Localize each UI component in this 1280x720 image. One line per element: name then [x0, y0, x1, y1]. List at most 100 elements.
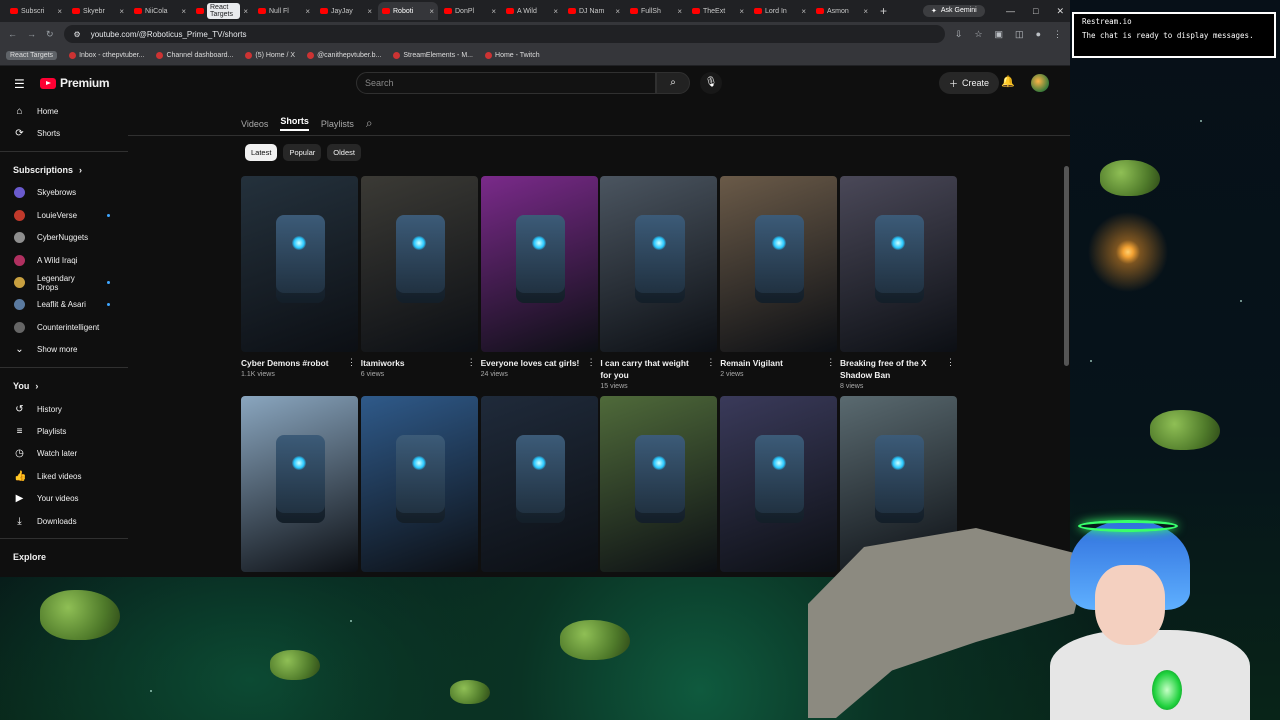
ask-gemini-button[interactable]: ✦ Ask Gemini [923, 5, 985, 17]
sidebar-item-watch-later[interactable]: ◷ Watch later [0, 443, 128, 465]
browser-tab[interactable]: JayJay × [316, 2, 376, 20]
youtube-logo[interactable]: Premium [40, 76, 110, 90]
browser-tab[interactable]: React Targets × [192, 2, 252, 20]
sidebar-item-a-wild-iraqi[interactable]: A Wild Iraqi [0, 249, 128, 271]
bookmark-item[interactable]: Channel dashboard... [156, 52, 233, 59]
short-title[interactable]: Everyone loves cat girls! [481, 357, 581, 369]
short-thumbnail[interactable] [480, 176, 598, 352]
close-tab-icon[interactable]: × [119, 7, 124, 16]
short-thumbnail[interactable] [360, 396, 478, 572]
short-card[interactable]: Remain Vigilant 2 views ⋮ [720, 176, 838, 390]
browser-tab[interactable]: FullSh × [626, 2, 686, 20]
close-tab-icon[interactable]: × [305, 7, 310, 16]
hamburger-menu-icon[interactable]: ☰ [14, 77, 26, 91]
close-tab-icon[interactable]: × [57, 7, 62, 16]
more-options-icon[interactable]: ⋮ [706, 357, 717, 390]
voice-search-button[interactable]: 🎙 [700, 72, 722, 94]
maximize-icon[interactable]: □ [1033, 6, 1038, 17]
close-tab-icon[interactable]: × [429, 7, 434, 16]
sidebar-item-shorts[interactable]: ⟳ Shorts [0, 122, 128, 144]
sidebar-item-your-videos[interactable]: ▶ Your videos [0, 487, 128, 509]
create-button[interactable]: ＋ Create [939, 72, 1000, 94]
page-scrollbar[interactable] [1064, 166, 1069, 366]
short-thumbnail[interactable] [839, 176, 957, 352]
more-options-icon[interactable]: ⋮ [347, 357, 358, 378]
menu-icon[interactable]: ⋮ [1053, 29, 1062, 40]
browser-tab[interactable]: Asmon × [812, 2, 872, 20]
sidebar-item-louieverse[interactable]: LouieVerse [0, 204, 128, 226]
channel-search-icon[interactable]: ⌕ [366, 116, 373, 131]
short-title[interactable]: Breaking free of the X Shadow Ban [840, 357, 940, 381]
close-window-icon[interactable]: ✕ [1056, 6, 1064, 17]
short-card[interactable]: Everyone loves cat girls! 24 views ⋮ [480, 176, 598, 390]
sidebar-item-legendary-drops[interactable]: Legendary Drops [0, 271, 128, 293]
forward-icon[interactable]: → [27, 29, 36, 39]
site-info-icon[interactable]: ⚙ [74, 30, 81, 39]
short-thumbnail[interactable] [720, 176, 838, 352]
browser-tab[interactable]: A Wild × [502, 2, 562, 20]
tab-shorts[interactable]: Shorts [280, 116, 309, 131]
short-thumbnail[interactable] [241, 396, 358, 572]
short-thumbnail[interactable] [241, 176, 358, 352]
sidebar-item-skyebrows[interactable]: Skyebrows [0, 182, 128, 204]
you-heading[interactable]: You › [0, 374, 128, 398]
browser-tab[interactable]: TheExt × [688, 2, 748, 20]
browser-tab[interactable]: Lord In × [750, 2, 810, 20]
sidebar-item-downloads[interactable]: ⤓ Downloads [0, 510, 128, 532]
search-button[interactable]: ⌕ [656, 72, 690, 94]
short-thumbnail[interactable] [360, 176, 478, 352]
short-thumbnail[interactable] [720, 396, 838, 572]
short-title[interactable]: Itamiworks [361, 357, 461, 369]
short-thumbnail[interactable] [480, 396, 598, 572]
more-options-icon[interactable]: ⋮ [826, 357, 837, 378]
more-options-icon[interactable]: ⋮ [587, 357, 598, 378]
bookmark-item[interactable]: @canithepvtuber.b... [307, 52, 381, 59]
bookmark-star-icon[interactable]: ☆ [974, 29, 982, 40]
browser-tab[interactable]: DJ Nam × [564, 2, 624, 20]
close-tab-icon[interactable]: × [367, 7, 372, 16]
minimize-icon[interactable]: — [1006, 6, 1015, 17]
sidepanel-icon[interactable]: ◫ [1015, 29, 1024, 40]
bookmark-item[interactable]: Inbox - cthepvtuber... [69, 52, 144, 59]
browser-tab[interactable]: Skyebr × [68, 2, 128, 20]
bookmark-item[interactable]: StreamElements - M... [393, 52, 473, 59]
account-avatar[interactable] [1031, 74, 1049, 92]
bookmark-item[interactable]: Home - Twitch [485, 52, 540, 59]
reload-icon[interactable]: ↻ [46, 29, 54, 40]
sidebar-item-playlists[interactable]: ≡ Playlists [0, 420, 128, 442]
short-card[interactable] [241, 396, 358, 572]
close-tab-icon[interactable]: × [615, 7, 620, 16]
close-tab-icon[interactable]: × [181, 7, 186, 16]
sidebar-item-history[interactable]: ↺ History [0, 398, 128, 420]
short-title[interactable]: Cyber Demons #robot [241, 357, 341, 369]
close-tab-icon[interactable]: × [491, 7, 496, 16]
short-thumbnail[interactable] [600, 396, 718, 572]
browser-tab[interactable]: NiiCola × [130, 2, 190, 20]
short-card[interactable]: Itamiworks 6 views ⋮ [360, 176, 478, 390]
sidebar-item-counterintelligent[interactable]: Counterintelligent [0, 316, 128, 338]
chip-oldest[interactable]: Oldest [327, 144, 361, 161]
short-card[interactable] [360, 396, 478, 572]
url-field[interactable]: ⚙ youtube.com/@Roboticus_Prime_TV/shorts [63, 25, 945, 43]
short-title[interactable]: I can carry that weight for you [600, 357, 700, 381]
show-more-button[interactable]: ⌄ Show more [0, 339, 128, 361]
browser-tab[interactable]: Subscri × [6, 2, 66, 20]
browser-tab[interactable]: Null Fl × [254, 2, 314, 20]
short-card[interactable]: Breaking free of the X Shadow Ban 8 views… [839, 176, 957, 390]
close-tab-icon[interactable]: × [863, 7, 868, 16]
bookmark-item[interactable]: React Targets [6, 51, 58, 60]
subscriptions-heading[interactable]: Subscriptions › [0, 158, 128, 182]
sidebar-item-liked-videos[interactable]: 👍 Liked videos [0, 465, 128, 487]
short-title[interactable]: Remain Vigilant [720, 357, 820, 369]
chip-latest[interactable]: Latest [245, 144, 278, 161]
profile-icon[interactable]: ● [1036, 29, 1041, 40]
new-tab-button[interactable]: + [880, 4, 887, 18]
bookmark-item[interactable]: (5) Home / X [245, 52, 295, 59]
more-options-icon[interactable]: ⋮ [946, 357, 957, 390]
close-tab-icon[interactable]: × [801, 7, 806, 16]
close-tab-icon[interactable]: × [677, 7, 682, 16]
sidebar-item-cybernuggets[interactable]: CyberNuggets [0, 227, 128, 249]
sidebar-item-leaflit-asari[interactable]: Leaflit & Asari [0, 294, 128, 316]
tab-videos[interactable]: Videos [241, 119, 268, 129]
close-tab-icon[interactable]: × [243, 7, 248, 16]
